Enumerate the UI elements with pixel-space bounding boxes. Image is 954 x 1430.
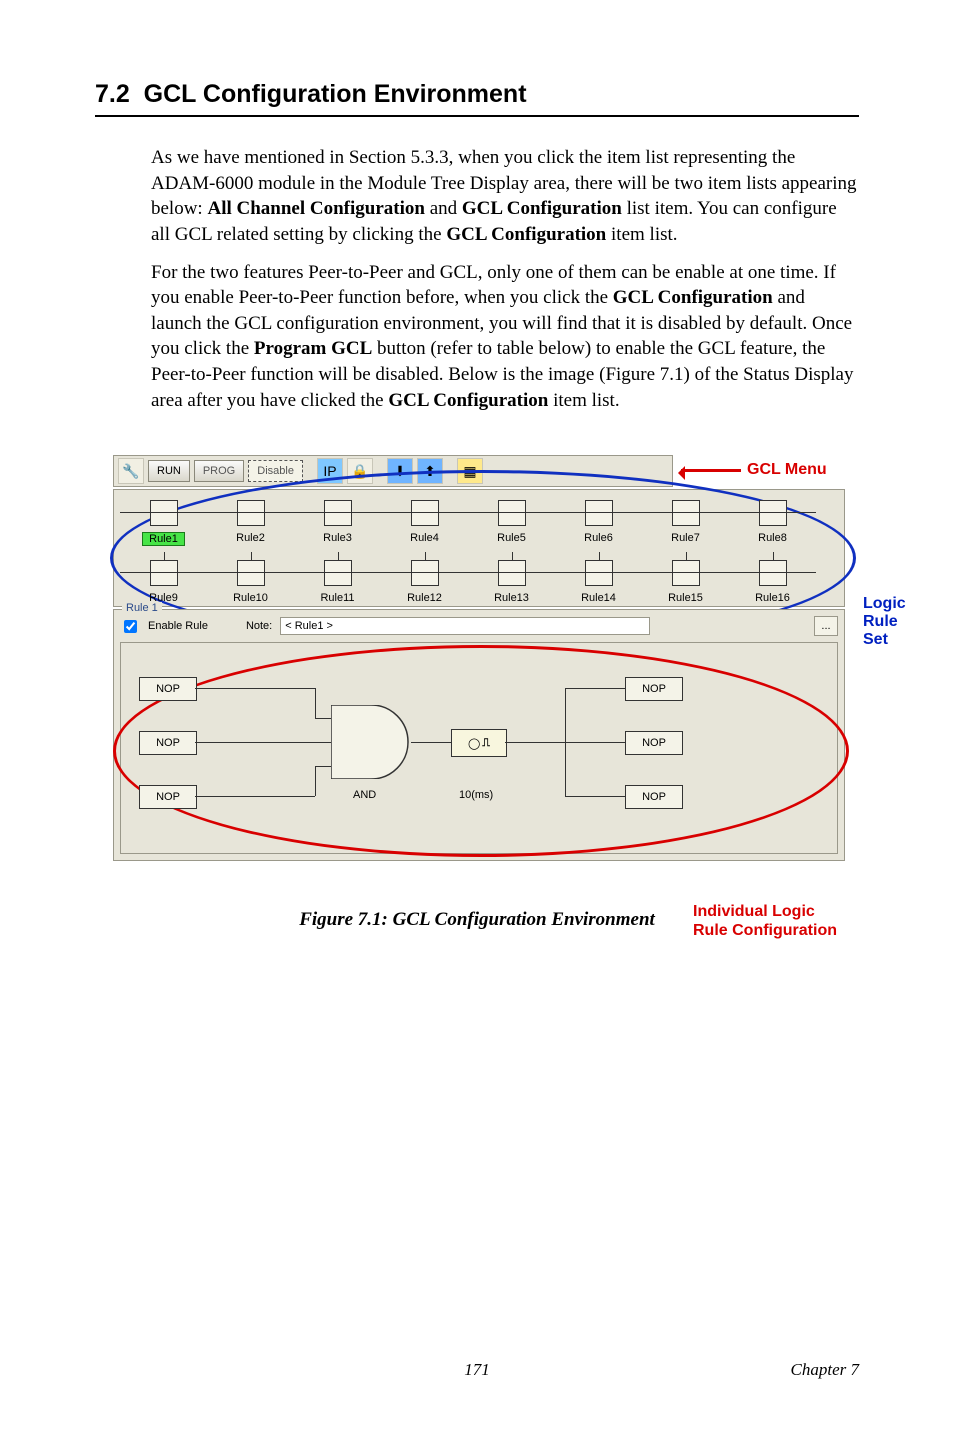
rule-label[interactable]: Rule5 xyxy=(491,532,532,544)
monitor-icon[interactable]: ▦ xyxy=(457,458,483,484)
section-heading: 7.2 GCL Configuration Environment xyxy=(95,80,859,109)
note-label: Note: xyxy=(246,620,272,632)
rule-label[interactable]: Rule8 xyxy=(752,532,793,544)
page-number: 171 xyxy=(464,1360,490,1380)
rule-box[interactable] xyxy=(324,500,352,526)
chapter-label: Chapter 7 xyxy=(791,1360,859,1380)
rule-label[interactable]: Rule10 xyxy=(227,592,274,604)
delay-block[interactable]: ◯ ⎍ xyxy=(451,729,507,757)
output-nop-3[interactable]: NOP xyxy=(625,785,683,809)
lock-icon[interactable]: 🔒 xyxy=(347,458,373,484)
rule-box[interactable] xyxy=(672,500,700,526)
enable-rule-checkbox[interactable] xyxy=(124,620,137,633)
rule-label[interactable]: Rule14 xyxy=(575,592,622,604)
annotation-individual-logic: Individual Logic Rule Configuration xyxy=(693,903,837,940)
rule-box[interactable] xyxy=(237,500,265,526)
input-nop-2[interactable]: NOP xyxy=(139,731,197,755)
heading-rule xyxy=(95,115,859,117)
rule-row-2: Rule9 Rule10 Rule11 Rule12 Rule13 Rule14… xyxy=(120,560,838,604)
rule-label[interactable]: Rule11 xyxy=(314,592,360,604)
rule-label[interactable]: Rule7 xyxy=(665,532,706,544)
download-icon[interactable]: ⬇ xyxy=(387,458,413,484)
rule-box[interactable] xyxy=(498,560,526,586)
rule-label[interactable]: Rule2 xyxy=(230,532,271,544)
and-gate[interactable] xyxy=(331,705,411,779)
prog-button[interactable]: PROG xyxy=(194,460,244,482)
rule-box[interactable] xyxy=(150,560,178,586)
rule-box[interactable] xyxy=(237,560,265,586)
rule-box[interactable] xyxy=(324,560,352,586)
section-number: 7.2 xyxy=(95,80,130,108)
output-nop-1[interactable]: NOP xyxy=(625,677,683,701)
note-browse-button[interactable]: ... xyxy=(814,616,838,636)
paragraph-2: For the two features Peer-to-Peer and GC… xyxy=(151,260,859,414)
gcl-config-window: GCL Menu 🔧 RUN PROG Disable IP 🔒 ⬇ ⬆ ▦ xyxy=(113,455,853,861)
rule-box[interactable] xyxy=(585,500,613,526)
rule1-frame: Rule 1 Enable Rule Note: ... NOP NOP NOP xyxy=(113,609,845,861)
logic-canvas: NOP NOP NOP xyxy=(120,642,838,854)
rule-label[interactable]: Rule4 xyxy=(404,532,445,544)
rule-label[interactable]: Rule6 xyxy=(578,532,619,544)
arrow-icon xyxy=(681,469,741,472)
rule-label[interactable]: Rule1 xyxy=(142,532,185,546)
body-text: As we have mentioned in Section 5.3.3, w… xyxy=(151,145,859,413)
rule-box[interactable] xyxy=(759,560,787,586)
disable-button[interactable]: Disable xyxy=(248,460,303,482)
rule-label[interactable]: Rule13 xyxy=(488,592,535,604)
output-nop-2[interactable]: NOP xyxy=(625,731,683,755)
clock-icon: ◯ xyxy=(468,737,480,750)
pulse-icon: ⎍ xyxy=(482,737,490,750)
input-nop-1[interactable]: NOP xyxy=(139,677,197,701)
module-icon[interactable]: 🔧 xyxy=(118,458,144,484)
paragraph-1: As we have mentioned in Section 5.3.3, w… xyxy=(151,145,859,248)
rule-label[interactable]: Rule3 xyxy=(317,532,358,544)
enable-rule-label: Enable Rule xyxy=(148,620,208,632)
rules-panel: Rule1 Rule2 Rule3 Rule4 Rule5 Rule6 Rule… xyxy=(113,489,845,607)
rule-box[interactable] xyxy=(150,500,178,526)
ip-icon[interactable]: IP xyxy=(317,458,343,484)
delay-label: 10(ms) xyxy=(459,789,493,801)
rule-label[interactable]: Rule12 xyxy=(401,592,448,604)
rule-box[interactable] xyxy=(498,500,526,526)
page-footer: 171 Chapter 7 xyxy=(95,1360,859,1380)
run-button[interactable]: RUN xyxy=(148,460,190,482)
annotation-logic-rule-set: Logic Rule Set xyxy=(863,595,906,648)
rule-label[interactable]: Rule15 xyxy=(662,592,709,604)
rule-label[interactable]: Rule16 xyxy=(749,592,796,604)
note-input[interactable] xyxy=(280,617,650,635)
rule-box[interactable] xyxy=(672,560,700,586)
and-gate-label: AND xyxy=(353,789,376,801)
rule-box[interactable] xyxy=(585,560,613,586)
rule1-frame-title: Rule 1 xyxy=(122,602,162,614)
upload-icon[interactable]: ⬆ xyxy=(417,458,443,484)
rule-row-1: Rule1 Rule2 Rule3 Rule4 Rule5 Rule6 Rule… xyxy=(120,500,838,546)
annotation-gcl-menu: GCL Menu xyxy=(747,461,827,479)
rule-box[interactable] xyxy=(759,500,787,526)
gcl-toolbar: 🔧 RUN PROG Disable IP 🔒 ⬇ ⬆ ▦ xyxy=(113,455,673,487)
rule-box[interactable] xyxy=(411,500,439,526)
input-nop-3[interactable]: NOP xyxy=(139,785,197,809)
section-title-text: GCL Configuration Environment xyxy=(144,80,527,108)
rule-box[interactable] xyxy=(411,560,439,586)
